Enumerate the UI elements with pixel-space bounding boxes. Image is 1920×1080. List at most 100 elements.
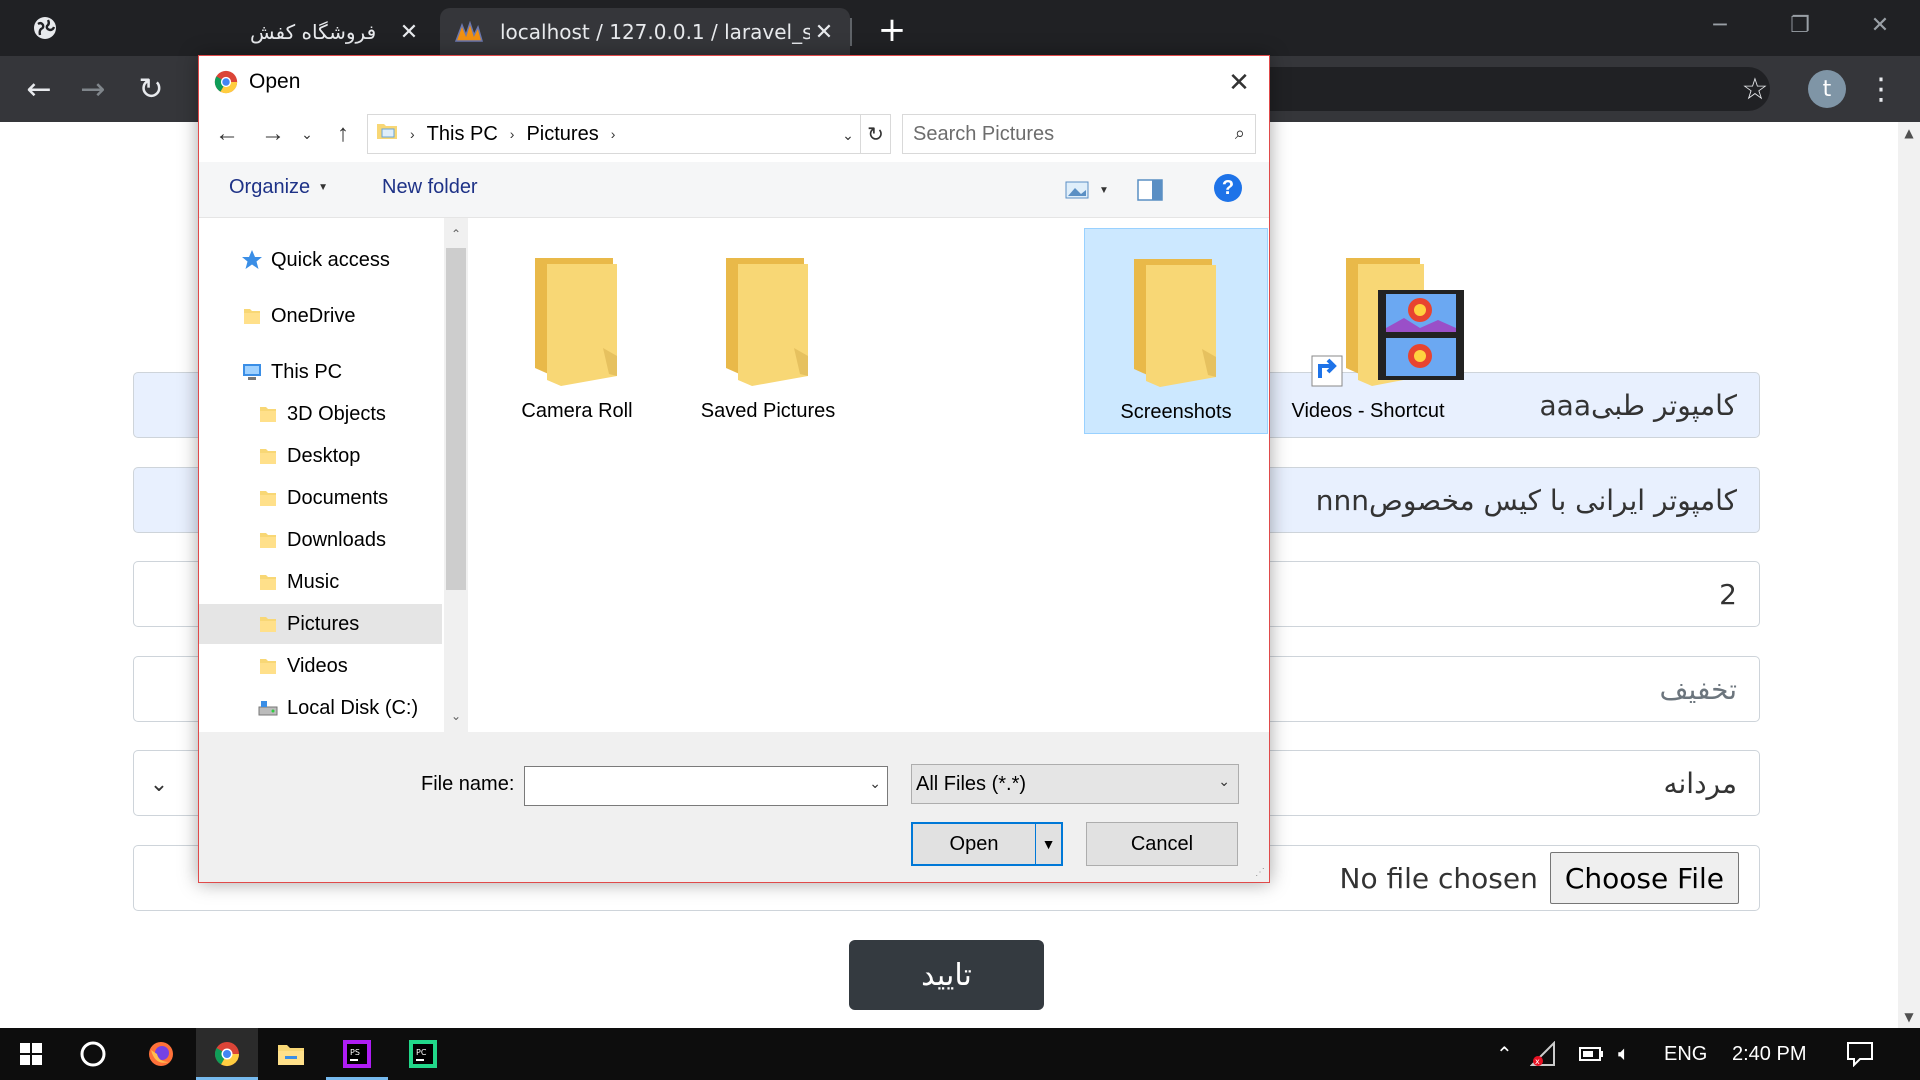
new-folder-button[interactable]: New folder	[382, 176, 478, 199]
organize-label: Organize	[229, 176, 311, 198]
forward-arrow-icon[interactable]: →	[70, 66, 116, 112]
scroll-down-arrow-icon[interactable]: ⌄	[444, 704, 468, 728]
folder-icon	[257, 487, 279, 509]
restore-icon[interactable]: ❐	[1775, 8, 1825, 42]
folder-item-camera-roll[interactable]: Camera Roll	[485, 228, 669, 434]
choose-file-button[interactable]: Choose File	[1549, 852, 1739, 904]
up-arrow-icon[interactable]: ↑	[327, 116, 359, 152]
firefox-icon[interactable]	[130, 1028, 192, 1080]
help-icon[interactable]: ?	[1214, 174, 1242, 202]
recent-locations-chevron-icon[interactable]: ⌄	[291, 116, 323, 152]
tab-divider	[850, 18, 852, 46]
close-icon[interactable]: ✕	[810, 18, 838, 46]
shortcut-item-videos[interactable]: Videos - Shortcut	[1276, 228, 1464, 434]
nav-item-label: Downloads	[287, 528, 386, 551]
close-icon[interactable]: ✕	[395, 18, 423, 46]
nav-item-documents[interactable]: Documents	[199, 478, 442, 518]
bookmark-star-icon[interactable]: ☆	[1732, 66, 1778, 112]
reload-icon[interactable]: ↻	[128, 66, 174, 112]
breadcrumb-this-pc[interactable]: This PC	[427, 123, 498, 146]
globe-icon[interactable]	[14, 0, 76, 56]
folder-icon	[517, 240, 637, 390]
search-icon: ⌕	[1234, 123, 1245, 143]
tab-shoe-store[interactable]: فروشگاه کفش ✕	[230, 8, 435, 56]
folder-icon	[257, 529, 279, 551]
close-icon[interactable]: ✕	[1221, 64, 1257, 100]
new-tab-plus-icon[interactable]: +	[872, 10, 912, 50]
clock-time[interactable]: 2:40 PM	[1732, 1028, 1806, 1080]
file-type-select[interactable]: All Files (*.*) ⌄	[911, 764, 1239, 804]
breadcrumb-pictures[interactable]: Pictures	[526, 123, 598, 146]
address-history-chevron-icon[interactable]: ⌄	[836, 121, 860, 149]
scroll-up-arrow-icon[interactable]: ▲	[1898, 122, 1920, 144]
chevron-down-icon[interactable]: ⌄	[869, 775, 881, 792]
scrollbar-thumb[interactable]	[446, 248, 466, 590]
organize-button[interactable]: Organize ▼	[229, 176, 328, 199]
nav-item-3d-objects[interactable]: 3D Objects	[199, 394, 442, 434]
folder-item-saved-pictures[interactable]: Saved Pictures	[676, 228, 860, 434]
resize-grip-icon[interactable]: ⋰	[1255, 867, 1265, 878]
windows-start-icon[interactable]	[0, 1028, 62, 1080]
cortana-circle-icon[interactable]	[62, 1028, 124, 1080]
chevron-up-icon[interactable]: ⌃	[1496, 1028, 1513, 1080]
file-name-label: File name:	[421, 773, 515, 795]
pycharm-icon[interactable]: PC	[392, 1028, 454, 1080]
file-explorer-icon[interactable]	[260, 1028, 322, 1080]
minimize-icon[interactable]: ─	[1695, 8, 1745, 42]
scroll-down-arrow-icon[interactable]: ▼	[1898, 1006, 1920, 1028]
search-pictures-input[interactable]: Search Pictures ⌕	[902, 114, 1256, 154]
dialog-address-bar[interactable]: › This PC › Pictures › ⌄ ↻	[367, 114, 891, 154]
more-menu-icon[interactable]: ⋮	[1866, 66, 1896, 112]
forward-arrow-icon[interactable]: →	[257, 116, 289, 152]
folder-item-screenshots[interactable]: Screenshots	[1084, 228, 1268, 434]
submit-button[interactable]: تایید	[849, 940, 1044, 1010]
preview-pane-icon[interactable]	[1135, 176, 1165, 204]
navigation-scrollbar[interactable]: ⌃ ⌄	[444, 218, 468, 732]
notification-center-icon[interactable]	[1846, 1028, 1874, 1080]
caret-down-icon[interactable]: ▼	[1035, 824, 1061, 864]
change-view-icon[interactable]	[1063, 176, 1093, 204]
nav-item-label: Quick access	[271, 248, 390, 271]
nav-item-pictures[interactable]: Pictures	[199, 604, 442, 644]
star-icon	[241, 249, 263, 271]
folder-name: Screenshots	[1120, 401, 1232, 423]
nav-item-label: 3D Objects	[287, 402, 386, 425]
profile-avatar[interactable]: t	[1808, 70, 1846, 108]
svg-text:x: x	[1535, 1057, 1540, 1066]
nav-item-music[interactable]: Music	[199, 562, 442, 602]
page-scrollbar[interactable]: ▲ ▼	[1898, 122, 1920, 1028]
nav-item-downloads[interactable]: Downloads	[199, 520, 442, 560]
battery-icon[interactable]	[1578, 1028, 1606, 1080]
window-close-icon[interactable]: ✕	[1855, 8, 1905, 42]
phpstorm-icon[interactable]: PS	[326, 1028, 388, 1080]
nav-item-quick-access[interactable]: Quick access	[199, 240, 442, 280]
nav-item-label: This PC	[271, 360, 343, 383]
nav-item-local-disk-c[interactable]: Local Disk (C:)	[199, 688, 442, 728]
phpmyadmin-icon	[454, 18, 486, 46]
scroll-up-arrow-icon[interactable]: ⌃	[444, 222, 468, 246]
tab-title: فروشگاه کفش	[250, 20, 377, 44]
file-name-input[interactable]: ⌄	[524, 766, 888, 806]
tab-phpmyadmin[interactable]: localhost / 127.0.0.1 / laravel_sho ✕	[440, 8, 850, 56]
back-arrow-icon[interactable]: ←	[16, 66, 62, 112]
view-options-caret-icon[interactable]: ▼	[1094, 176, 1114, 204]
navigation-pane: Quick access OneDrive This PC 3D Objects Des…	[199, 218, 442, 732]
volume-icon[interactable]: 🔈︎	[1618, 1028, 1630, 1080]
open-button[interactable]: Open ▼	[911, 822, 1063, 866]
nav-item-label: Pictures	[287, 612, 360, 635]
nav-item-desktop[interactable]: Desktop	[199, 436, 442, 476]
open-file-dialog: Open ✕ ← → ⌄ ↑ › This PC › Pictures › ⌄ …	[198, 55, 1464, 883]
nav-item-onedrive[interactable]: OneDrive	[199, 296, 442, 336]
open-button-label: Open	[949, 832, 999, 855]
nav-item-this-pc[interactable]: This PC	[199, 352, 442, 392]
shortcut-name: Videos - Shortcut	[1291, 400, 1445, 422]
nav-item-videos[interactable]: Videos	[199, 646, 442, 686]
chrome-taskbar-icon[interactable]	[196, 1028, 258, 1080]
cancel-button[interactable]: Cancel	[1086, 822, 1238, 866]
back-arrow-icon[interactable]: ←	[211, 116, 243, 152]
dialog-command-bar: Organize ▼ New folder ▼	[199, 162, 1269, 218]
search-placeholder: Search Pictures	[913, 122, 1055, 145]
input-language[interactable]: ENG	[1664, 1028, 1707, 1080]
refresh-icon[interactable]: ↻	[860, 115, 890, 153]
network-icon[interactable]: x	[1530, 1028, 1560, 1080]
